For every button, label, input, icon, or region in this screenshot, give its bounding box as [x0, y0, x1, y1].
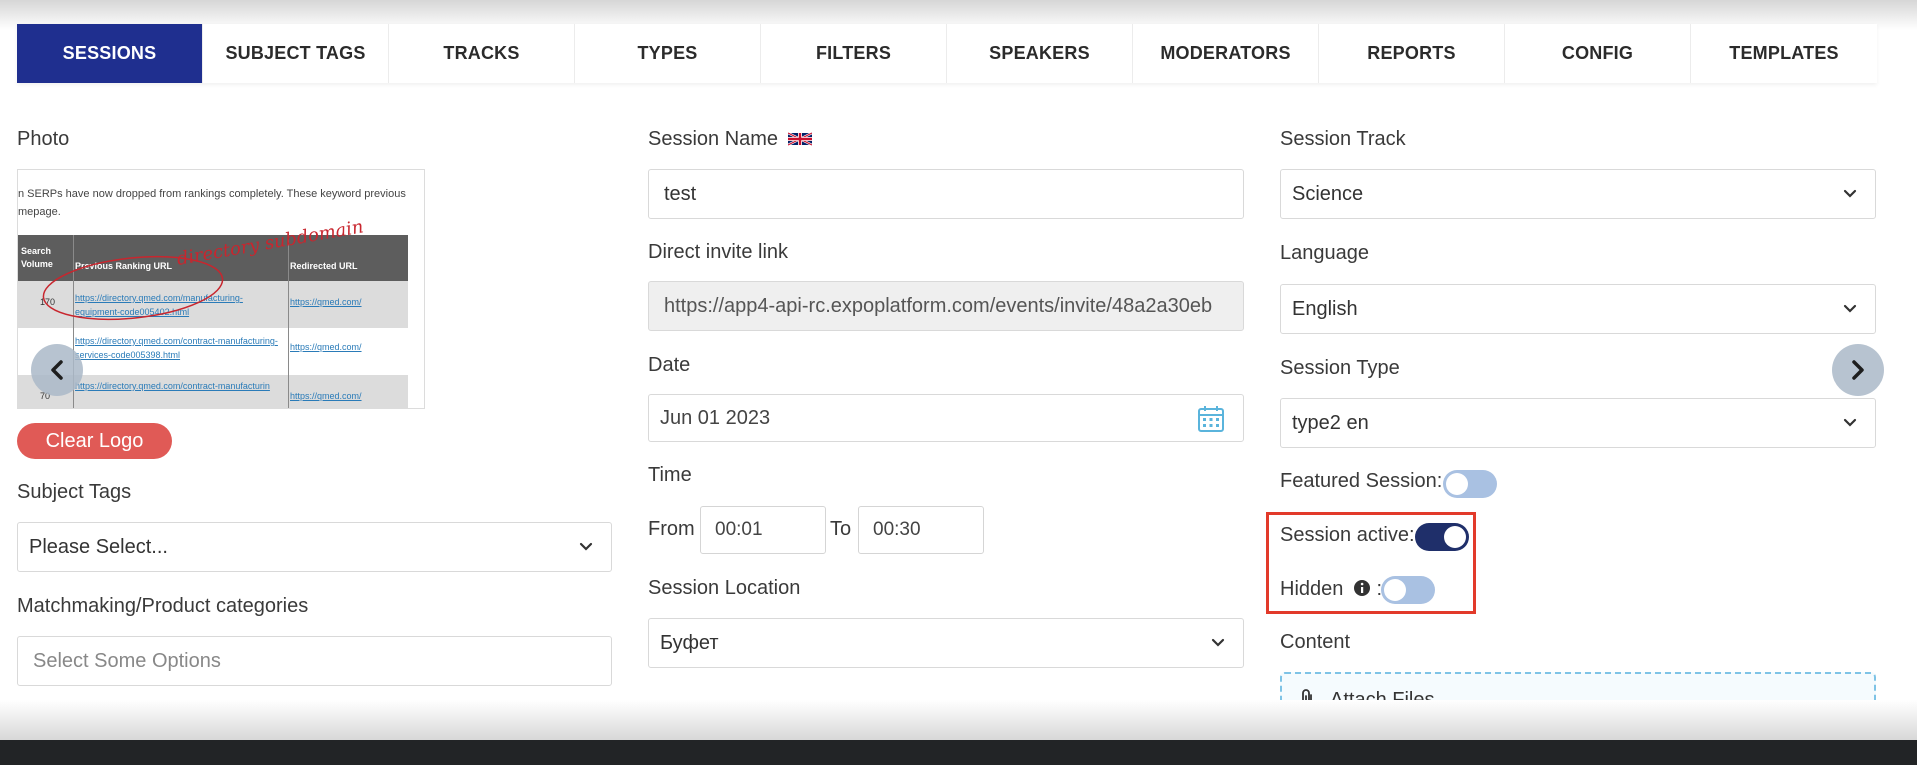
language-value: English	[1292, 297, 1358, 320]
session-track-label: Session Track	[1280, 128, 1406, 150]
language-label: Language	[1280, 242, 1369, 264]
time-from-input[interactable]: 00:01	[700, 506, 826, 554]
date-input[interactable]: Jun 01 2023	[648, 394, 1244, 442]
subject-tags-value: Please Select...	[29, 535, 168, 558]
subject-tags-label: Subject Tags	[17, 481, 132, 503]
tab-reports[interactable]: REPORTS	[1319, 24, 1505, 83]
photo-label: Photo	[17, 128, 70, 150]
chevron-down-icon	[1843, 304, 1857, 313]
footer-bar	[0, 740, 1917, 765]
invite-link-label: Direct invite link	[648, 241, 789, 263]
session-type-label: Session Type	[1280, 357, 1400, 379]
tab-tracks[interactable]: TRACKS	[389, 24, 575, 83]
session-location-value: Буфет	[660, 631, 719, 654]
tab-sessions[interactable]: SESSIONS	[17, 24, 203, 83]
chevron-down-icon	[1843, 189, 1857, 198]
from-label: From	[648, 518, 695, 540]
tab-types[interactable]: TYPES	[575, 24, 761, 83]
chevron-down-icon	[1211, 638, 1225, 647]
session-name-label: Session Name	[648, 128, 813, 151]
handwriting-text: directory subdomain	[175, 216, 365, 270]
to-label: To	[830, 518, 852, 540]
session-type-value: type2 en	[1292, 411, 1369, 434]
featured-session-label: Featured Session:	[1280, 470, 1443, 492]
toggle-knob	[1446, 473, 1468, 495]
invite-link-field[interactable]: https://app4-api-rc.expoplatform.com/eve…	[648, 281, 1244, 331]
calendar-icon[interactable]	[1197, 405, 1225, 433]
session-location-select[interactable]: Буфет	[648, 618, 1244, 668]
bottom-shade	[0, 700, 1917, 740]
clear-logo-button[interactable]: Clear Logo	[17, 423, 172, 459]
chevron-right-icon	[1852, 360, 1864, 380]
session-track-select[interactable]: Science	[1280, 169, 1876, 219]
tab-templates[interactable]: TEMPLATES	[1691, 24, 1877, 83]
tab-subject-tags[interactable]: SUBJECT TAGS	[203, 24, 389, 83]
carousel-prev-button[interactable]	[31, 344, 83, 396]
matchmaking-input[interactable]: Select Some Options	[17, 636, 612, 686]
session-type-select[interactable]: type2 en	[1280, 398, 1876, 448]
uk-flag-icon	[787, 131, 813, 147]
time-to-input[interactable]: 00:30	[858, 506, 984, 554]
chevron-down-icon	[579, 542, 593, 551]
tab-moderators[interactable]: MODERATORS	[1133, 24, 1319, 83]
session-location-label: Session Location	[648, 577, 801, 599]
tab-config[interactable]: CONFIG	[1505, 24, 1691, 83]
matchmaking-label: Matchmaking/Product categories	[17, 595, 309, 617]
main-tabs: SESSIONS SUBJECT TAGS TRACKS TYPES FILTE…	[17, 24, 1877, 83]
time-label: Time	[648, 464, 692, 486]
session-track-value: Science	[1292, 182, 1364, 205]
session-name-label-text: Session Name	[648, 128, 779, 150]
content-label: Content	[1280, 631, 1351, 653]
highlight-box	[1266, 512, 1476, 614]
featured-session-toggle[interactable]	[1443, 470, 1497, 498]
chevron-down-icon	[1843, 418, 1857, 427]
language-select[interactable]: English	[1280, 284, 1876, 334]
tab-speakers[interactable]: SPEAKERS	[947, 24, 1133, 83]
tab-filters[interactable]: FILTERS	[761, 24, 947, 83]
date-label: Date	[648, 354, 691, 376]
carousel-next-button[interactable]	[1832, 344, 1884, 396]
chevron-left-icon	[51, 360, 63, 380]
date-value: Jun 01 2023	[660, 406, 771, 429]
subject-tags-select[interactable]: Please Select...	[17, 522, 612, 572]
session-name-input[interactable]: test	[648, 169, 1244, 219]
